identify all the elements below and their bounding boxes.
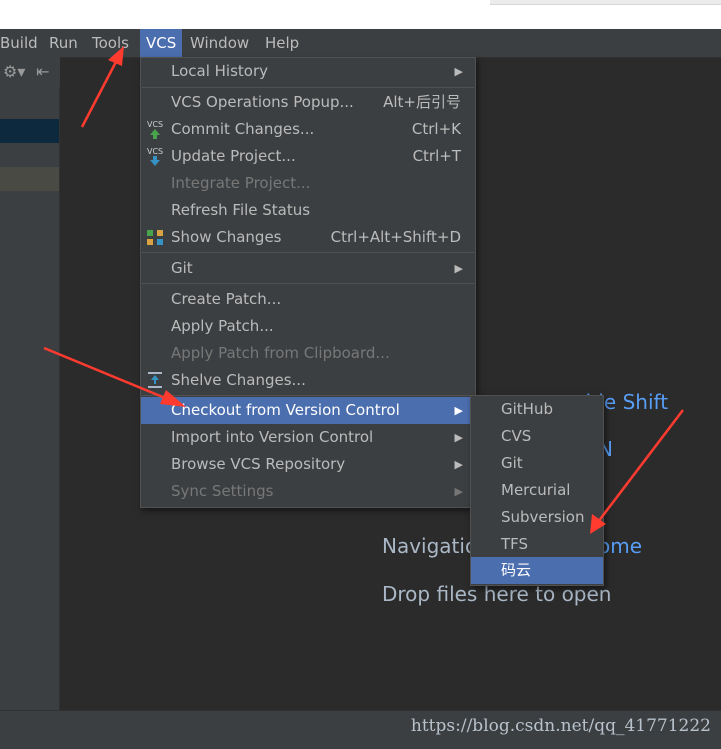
project-tree-row[interactable] [0,167,59,191]
submenu-arrow-icon: ▶ [454,262,463,275]
svg-text:VCS: VCS [147,120,163,129]
menu-window[interactable]: Window [190,29,249,57]
menu-item-git[interactable]: Git ▶ [141,255,475,282]
vcs-menu: Local History ▶ VCS Operations Popup... … [140,57,476,508]
menu-item-label: Create Patch... [171,290,282,308]
submenu-arrow-icon: ▶ [454,404,463,417]
menu-item-browse-vcs-repository[interactable]: Browse VCS Repository ▶ [141,451,475,478]
menu-item-shortcut: Ctrl+K [411,120,461,138]
menu-item-label: Local History [171,62,269,80]
browser-tab-edge [490,0,721,5]
show-changes-icon [147,230,163,245]
submenu-item-label: CVS [501,427,532,445]
submenu-item-subversion[interactable]: Subversion [471,504,603,531]
submenu-item-cvs[interactable]: CVS [471,423,603,450]
menu-tools[interactable]: Tools [92,29,129,57]
menu-run[interactable]: Run [49,29,78,57]
menu-item-sync-settings: Sync Settings ▶ [141,478,475,505]
menu-item-label: Git [171,259,193,277]
menu-item-label: Integrate Project... [171,174,311,192]
shelve-icon [148,372,162,388]
submenu-item-github[interactable]: GitHub [471,396,603,423]
submenu-item-label: Subversion [501,508,585,526]
submenu-item-label: TFS [501,535,529,553]
menu-item-shortcut: Ctrl+T [412,147,461,165]
vcs-update-icon: VCS [147,147,163,166]
navigation-hint: Navigatio [382,534,478,558]
submenu-item-label: Git [501,454,523,472]
menu-item-label: Refresh File Status [171,201,311,219]
menu-item-shelve-changes[interactable]: Shelve Changes... [141,367,475,394]
menu-item-label: Checkout from Version Control [171,401,400,419]
menu-item-show-changes[interactable]: Show Changes Ctrl+Alt+Shift+D [141,224,475,251]
menu-separator [142,252,474,253]
menu-item-label: Browse VCS Repository [171,455,346,473]
menu-item-checkout-from-version-control[interactable]: Checkout from Version Control ▶ [141,397,475,424]
menu-item-refresh-file-status[interactable]: Refresh File Status [141,197,475,224]
menu-item-label: Show Changes [171,228,282,246]
menu-item-update-project[interactable]: VCS Update Project... Ctrl+T [141,143,475,170]
menu-item-create-patch[interactable]: Create Patch... [141,286,475,313]
vcs-commit-icon: VCS [147,120,163,139]
submenu-item-git[interactable]: Git [471,450,603,477]
submenu-arrow-icon: ▶ [454,485,463,498]
menu-help[interactable]: Help [265,29,299,57]
menu-separator [142,283,474,284]
submenu-arrow-icon: ▶ [454,458,463,471]
menu-item-shortcut: Ctrl+Alt+Shift+D [330,228,461,246]
menu-item-apply-patch-from-clipboard: Apply Patch from Clipboard... [141,340,475,367]
menu-item-label: Commit Changes... [171,120,315,138]
menu-item-label: Shelve Changes... [171,371,306,389]
menu-item-label: Apply Patch... [171,317,274,335]
submenu-item-label: Mercurial [501,481,571,499]
menu-item-vcs-operations-popup[interactable]: VCS Operations Popup... Alt+后引号 [141,89,475,116]
menu-item-commit-changes[interactable]: VCS Commit Changes... Ctrl+K [141,116,475,143]
menu-build[interactable]: Build [0,29,38,57]
menu-item-shortcut: Alt+后引号 [383,93,461,111]
menu-separator [142,395,474,396]
menubar: Build Run Tools VCS Window Help [0,29,721,58]
menu-item-import-into-version-control[interactable]: Import into Version Control ▶ [141,424,475,451]
menu-item-label: Update Project... [171,147,296,165]
menu-item-label: VCS Operations Popup... [171,93,354,111]
menu-item-integrate-project: Integrate Project... [141,170,475,197]
menu-vcs[interactable]: VCS [140,29,183,57]
submenu-item-mercurial[interactable]: Mercurial [471,477,603,504]
navigation-shortcut: ome [598,534,643,558]
collapse-panel-icon[interactable]: ⇤ [36,62,49,81]
menu-item-label: Import into Version Control [171,428,374,446]
submenu-item-gitee[interactable]: 码云 [471,557,603,584]
submenu-item-tfs[interactable]: TFS [471,531,603,558]
checkout-submenu: GitHub CVS Git Mercurial Subversion TFS … [470,395,604,586]
menu-separator [142,87,474,88]
submenu-item-label: GitHub [501,400,553,418]
submenu-arrow-icon: ▶ [454,65,463,78]
project-tree-selected-row[interactable] [0,119,59,143]
svg-text:VCS: VCS [147,147,163,156]
watermark: https://blog.csdn.net/qq_41771222 [410,716,711,736]
gear-icon[interactable]: ⚙▾ [3,62,25,81]
menu-item-label: Apply Patch from Clipboard... [171,344,390,362]
menu-item-label: Sync Settings [171,482,274,500]
menu-item-local-history[interactable]: Local History ▶ [141,58,475,85]
submenu-item-label: 码云 [501,561,532,579]
submenu-arrow-icon: ▶ [454,431,463,444]
menu-item-apply-patch[interactable]: Apply Patch... [141,313,475,340]
